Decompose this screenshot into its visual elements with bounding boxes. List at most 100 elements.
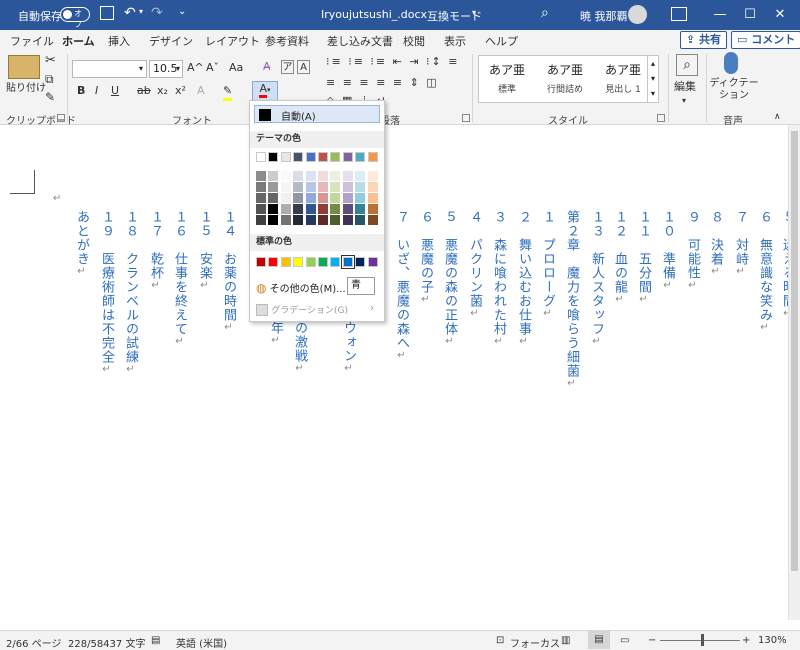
theme-shade-swatch[interactable]	[342, 215, 353, 225]
text-effects-icon[interactable]: A	[197, 84, 205, 98]
theme-shade-swatch[interactable]	[355, 204, 366, 214]
theme-shade-swatch[interactable]	[330, 193, 341, 203]
close-button[interactable]: ✕	[760, 0, 800, 30]
theme-shade-swatch[interactable]	[280, 204, 291, 214]
page-count[interactable]: 2/66 ページ	[6, 635, 61, 650]
style-heading1[interactable]: あア亜 見出し 1	[595, 56, 651, 102]
microphone-icon[interactable]	[724, 52, 738, 74]
grow-font-button[interactable]: A^	[187, 61, 204, 75]
focus-mode[interactable]: フォーカス	[510, 635, 560, 650]
document-canvas[interactable]: ↵ あとがき↵ １９ 医療術師は不完全↵ １８ クランベルの試練↵ １７ 乾杯↵ １６ …	[0, 125, 795, 620]
edit-dropdown-icon[interactable]: ▾	[682, 94, 686, 108]
tab-file[interactable]: ファイル	[10, 33, 54, 49]
focus-icon[interactable]: ⊡	[496, 635, 504, 646]
theme-shade-swatch[interactable]	[305, 171, 316, 181]
tab-review[interactable]: 校閲	[403, 33, 425, 49]
web-layout-icon[interactable]: ▭	[620, 635, 629, 646]
theme-shade-swatch[interactable]	[318, 215, 328, 225]
theme-shade-swatch[interactable]	[318, 182, 328, 192]
share-button[interactable]: ⇪ 共有	[680, 31, 728, 49]
dictate-button[interactable]: ディクテーション	[708, 78, 760, 102]
theme-shade-swatch[interactable]	[355, 215, 366, 225]
comment-button[interactable]: ▭ コメント	[731, 31, 800, 49]
theme-color-swatch[interactable]	[355, 152, 366, 162]
theme-color-swatch[interactable]	[256, 152, 266, 162]
theme-shade-swatch[interactable]	[280, 215, 291, 225]
print-layout-icon[interactable]: ▤	[588, 631, 610, 649]
theme-shade-swatch[interactable]	[367, 193, 378, 203]
theme-shade-swatch[interactable]	[318, 204, 328, 214]
ruby-icon[interactable]: ア	[281, 60, 294, 74]
standard-color-swatch[interactable]	[355, 257, 366, 267]
zoom-slider[interactable]	[660, 640, 740, 641]
theme-shade-swatch[interactable]	[355, 193, 366, 203]
theme-shade-swatch[interactable]	[342, 182, 353, 192]
cut-icon[interactable]: ✂	[45, 54, 56, 68]
subscript-button[interactable]: x₂	[157, 84, 168, 98]
theme-shade-swatch[interactable]	[330, 215, 341, 225]
more-colors-item[interactable]: ◍ その他の色(M)...	[256, 280, 346, 295]
scroll-thumb[interactable]	[791, 131, 798, 571]
theme-shade-swatch[interactable]	[268, 171, 279, 181]
theme-shade-swatch[interactable]	[367, 171, 378, 181]
theme-shade-swatch[interactable]	[268, 182, 279, 192]
theme-shade-swatch[interactable]	[355, 171, 366, 181]
standard-color-swatch[interactable]	[293, 257, 304, 267]
font-name-dropdown-icon[interactable]: ▾	[139, 61, 143, 77]
bold-button[interactable]: B	[77, 84, 85, 98]
gradient-item[interactable]: グラデーション(G)	[256, 303, 348, 316]
paste-button[interactable]: 貼り付け	[6, 82, 46, 96]
clear-format-icon[interactable]: A̶	[263, 60, 271, 74]
theme-shade-swatch[interactable]	[256, 204, 266, 214]
theme-shade-swatch[interactable]	[342, 204, 353, 214]
theme-shade-swatch[interactable]	[268, 193, 279, 203]
standard-color-swatch[interactable]	[305, 257, 316, 267]
zoom-level[interactable]: 130%	[758, 635, 787, 646]
theme-shade-swatch[interactable]	[305, 204, 316, 214]
word-count[interactable]: 228/58437 文字	[68, 635, 145, 650]
style-normal[interactable]: あア亜 標準	[479, 56, 535, 102]
mode-dropdown-icon[interactable]: ▾	[472, 8, 476, 17]
tab-layout[interactable]: レイアウト	[205, 33, 260, 49]
avatar[interactable]	[628, 5, 647, 24]
theme-color-swatch[interactable]	[367, 152, 378, 162]
theme-color-swatch[interactable]	[318, 152, 328, 162]
theme-shade-swatch[interactable]	[330, 204, 341, 214]
autosave-toggle[interactable]: オフ	[60, 7, 90, 29]
standard-color-swatch[interactable]	[268, 257, 279, 267]
tab-home[interactable]: ホーム	[62, 33, 95, 53]
standard-color-swatch[interactable]	[367, 257, 378, 267]
theme-shade-swatch[interactable]	[293, 171, 304, 181]
theme-shade-swatch[interactable]	[293, 193, 304, 203]
theme-shade-swatch[interactable]	[342, 193, 353, 203]
standard-color-swatch[interactable]	[330, 257, 341, 267]
theme-shade-swatch[interactable]	[330, 171, 341, 181]
font-name-box[interactable]: ▾	[72, 60, 147, 78]
redo-icon[interactable]: ↷	[151, 5, 163, 21]
zoom-out-button[interactable]: −	[648, 635, 656, 646]
char-border-icon[interactable]: A	[297, 60, 310, 74]
theme-shade-swatch[interactable]	[355, 182, 366, 192]
theme-shade-swatch[interactable]	[256, 171, 266, 181]
theme-shade-swatch[interactable]	[318, 193, 328, 203]
italic-button[interactable]: I	[95, 84, 98, 98]
tab-references[interactable]: 参考資料	[265, 33, 309, 49]
superscript-button[interactable]: x²	[175, 84, 186, 98]
theme-shade-swatch[interactable]	[305, 193, 316, 203]
proofing-icon[interactable]: ▤	[151, 635, 160, 646]
theme-color-swatch[interactable]	[293, 152, 304, 162]
theme-shade-swatch[interactable]	[330, 182, 341, 192]
theme-shade-swatch[interactable]	[305, 182, 316, 192]
undo-dropdown-icon[interactable]: ▾	[139, 7, 143, 16]
language[interactable]: 英語 (米国)	[176, 635, 227, 650]
undo-icon[interactable]: ↶	[124, 5, 136, 21]
collapse-ribbon-icon[interactable]: ∧	[774, 110, 781, 124]
auto-color-item[interactable]: 自動(A)	[254, 105, 380, 123]
theme-shade-swatch[interactable]	[367, 215, 378, 225]
paragraph-launcher-icon[interactable]	[462, 114, 470, 122]
tab-help[interactable]: ヘルプ	[485, 33, 518, 49]
edit-button[interactable]: 編集	[674, 80, 696, 94]
search-icon[interactable]: ⌕	[541, 5, 549, 21]
theme-color-swatch[interactable]	[268, 152, 279, 162]
theme-shade-swatch[interactable]	[280, 171, 291, 181]
